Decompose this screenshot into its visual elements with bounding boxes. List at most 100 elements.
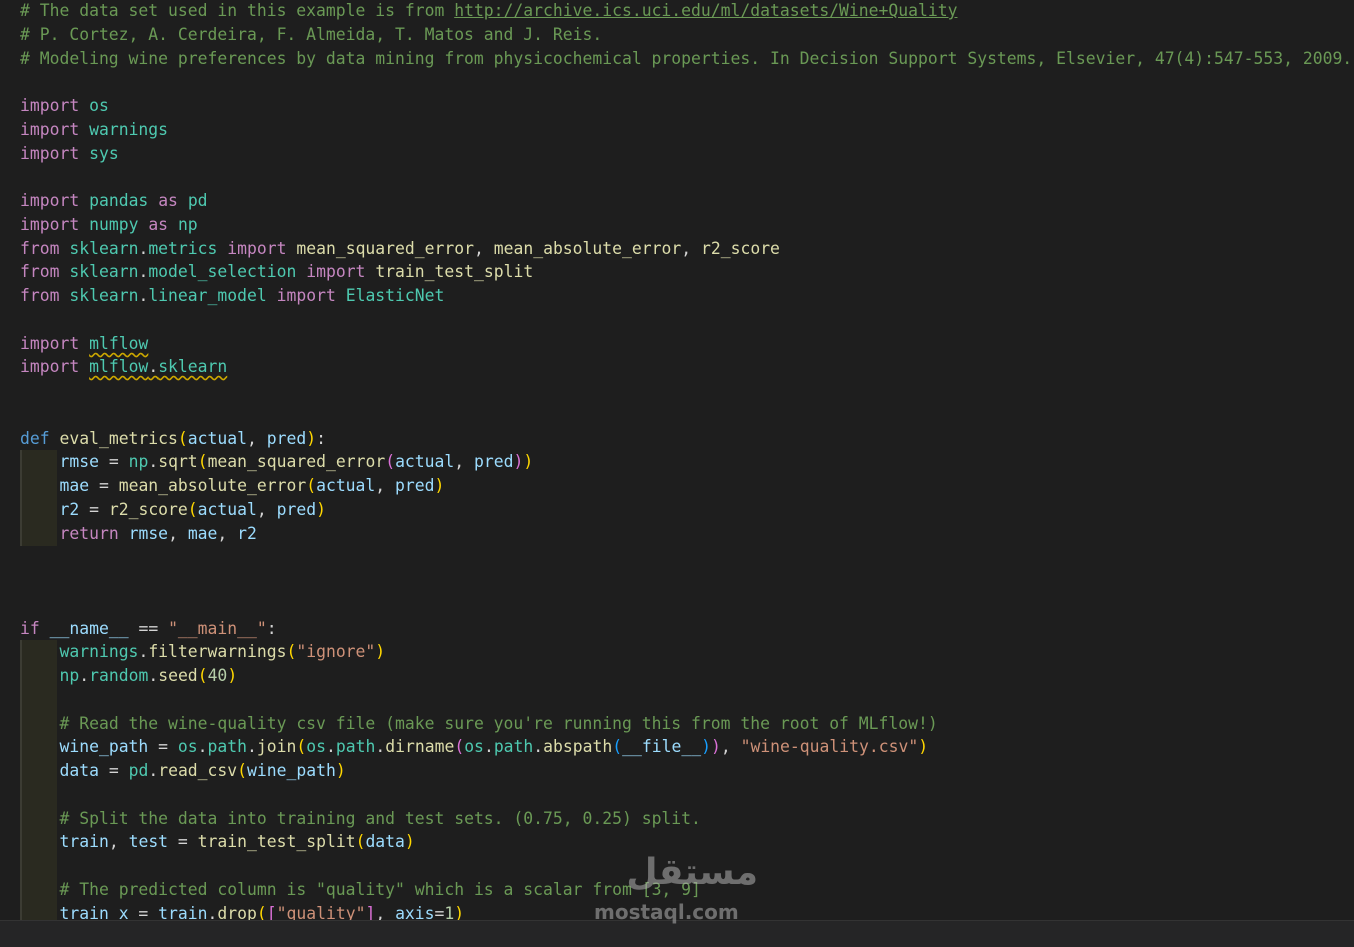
code-editor[interactable]: # The data set used in this example is f… [0,0,1354,921]
code-token: . [148,452,159,471]
code-token: wine_path [59,737,149,756]
code-token: ( [385,452,396,471]
code-line[interactable]: # Read the wine-quality csv file (make s… [20,713,938,735]
code-token: r2 [59,500,80,519]
code-token: mean_squared_error [207,452,386,471]
code-token: as [148,215,169,234]
code-token: , [473,239,494,258]
code-token: data [365,832,405,851]
code-token: ( [197,666,208,685]
code-line[interactable]: rmse = np.sqrt(mean_squared_error(actual… [20,451,533,473]
code-line[interactable]: import numpy as np [20,214,198,236]
code-token: import [20,191,80,210]
code-line[interactable]: from sklearn.linear_model import Elastic… [20,285,444,307]
code-token: . [197,737,208,756]
code-line[interactable]: import warnings [20,119,168,141]
code-token: actual [187,429,247,448]
code-line[interactable]: import pandas as pd [20,190,208,212]
code-token: ) [306,429,317,448]
code-line[interactable]: r2 = r2_score(actual, pred) [20,499,326,521]
code-line[interactable]: mae = mean_absolute_error(actual, pred) [20,475,444,497]
code-token: ) [434,476,445,495]
code-line[interactable]: warnings.filterwarnings("ignore") [20,641,385,663]
code-token: ( [187,500,198,519]
code-token: ( [612,737,623,756]
code-line[interactable]: import sys [20,143,119,165]
code-token: from [20,239,60,258]
code-token: mlflow [89,334,149,353]
code-line[interactable]: from sklearn.model_selection import trai… [20,261,533,283]
code-token: pred [474,452,514,471]
indent-guide [20,783,57,807]
code-token: ) [454,904,465,921]
code-token: import [20,120,80,139]
code-token: os [306,737,326,756]
code-token: ( [454,737,465,756]
code-line[interactable]: # Split the data into training and test … [20,808,700,830]
code-line[interactable]: from sklearn.metrics import mean_squared… [20,238,780,260]
code-token: = [89,476,119,495]
code-line[interactable]: wine_path = os.path.join(os.path.dirname… [20,736,928,758]
code-token: axis [395,904,435,921]
code-line[interactable]: import mlflow.sklearn [20,356,227,378]
code-token: actual [395,452,455,471]
code-line[interactable]: import mlflow [20,333,148,355]
code-token: import [306,262,366,281]
code-line[interactable]: train_x = train.drop(["quality"], axis=1… [20,903,464,921]
code-token: wine_path [247,761,336,780]
code-token: train_x [59,904,129,921]
code-line[interactable]: data = pd.read_csv(wine_path) [20,760,345,782]
code-token: # Read the wine-quality csv file (make s… [59,714,938,733]
code-token: , [108,832,129,851]
code-token: . [148,761,159,780]
code-token: path [335,737,376,756]
code-token: def [20,429,50,448]
code-token: pd [187,191,208,210]
code-line[interactable]: return rmse, mae, r2 [20,523,256,545]
code-token: from [20,262,60,281]
code-token: ) [918,737,929,756]
code-token: model_selection [148,262,297,281]
code-line[interactable]: # P. Cortez, A. Cerdeira, F. Almeida, T.… [20,24,602,46]
code-token: , [375,904,396,921]
code-token: mlflow [89,357,149,376]
code-line[interactable]: # The predicted column is "quality" whic… [20,879,700,901]
code-token: mae [187,524,218,543]
code-token: = [148,737,178,756]
code-token: "__main__" [168,619,267,638]
code-token: sklearn [69,239,139,258]
code-token: mean_absolute_error [493,239,682,258]
code-line[interactable]: train, test = train_test_split(data) [20,831,414,853]
code-line[interactable]: def eval_metrics(actual, pred): [20,428,326,450]
code-line[interactable]: np.random.seed(40) [20,665,237,687]
code-token: np [59,666,80,685]
code-token: "quality" [276,904,366,921]
code-token: path [493,737,534,756]
code-line[interactable]: # The data set used in this example is f… [20,0,957,22]
code-token: import [20,357,80,376]
code-token: = [128,904,159,921]
code-line[interactable]: import os [20,95,109,117]
code-token: # P. Cortez, A. Cerdeira, F. Almeida, T.… [20,25,603,44]
code-line[interactable]: if __name__ == "__main__": [20,618,277,640]
code-token: mean_absolute_error [118,476,307,495]
code-line[interactable]: # Modeling wine preferences by data mini… [20,48,1352,70]
code-token: actual [316,476,376,495]
code-token: import [20,334,80,353]
code-token: = [98,761,129,780]
